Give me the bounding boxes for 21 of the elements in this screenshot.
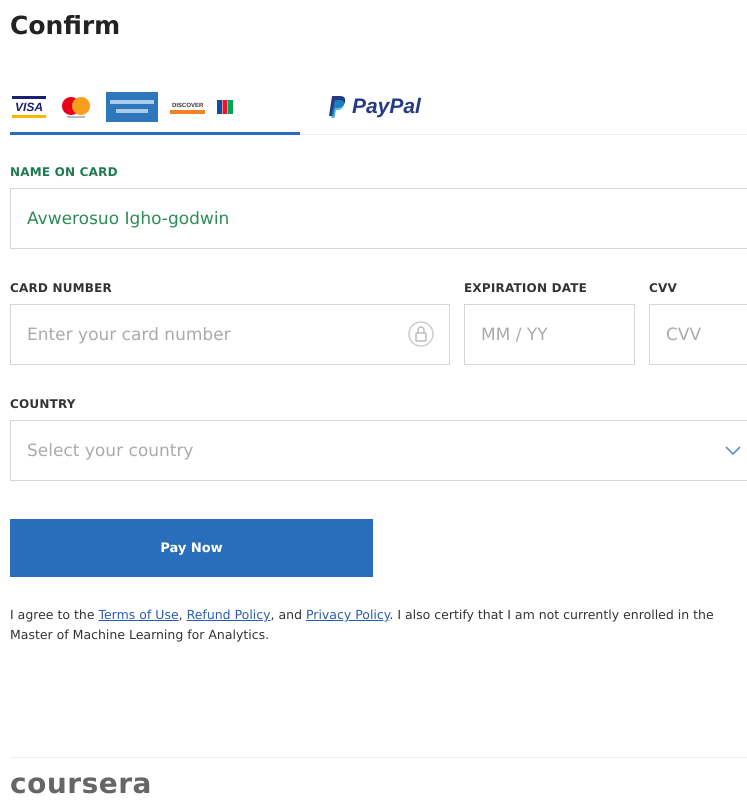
- chevron-down-icon: [725, 446, 741, 455]
- field-label: CVV: [649, 281, 678, 295]
- policy-link[interactable]: Privacy Policy: [306, 607, 390, 622]
- lock-icon: [408, 321, 434, 347]
- visa-logo: VISA: [12, 96, 46, 118]
- field-label: COUNTRY: [10, 397, 77, 411]
- brand-logo: coursera: [10, 768, 152, 800]
- agreement-text: I agree to the Terms of Use, Refund Policy, and Privacy Policy. I also certify that I am not currently enrolled in the Master of Machine Learning for Analytics.: [10, 606, 715, 644]
- cvv-field[interactable]: CVV: [649, 304, 747, 365]
- field-label: EXPIRATION DATE: [464, 281, 588, 295]
- expiration-field[interactable]: MM / YY: [464, 304, 635, 365]
- pay-now-button[interactable]: Pay Now: [10, 519, 373, 577]
- page-title: Confirm: [10, 10, 122, 42]
- card-number-field[interactable]: Enter your card number: [10, 304, 450, 365]
- paypal-icon: [328, 96, 346, 118]
- policy-link[interactable]: Terms of Use: [98, 607, 179, 622]
- field-label: CARD NUMBER: [10, 281, 113, 295]
- name-field[interactable]: Avwerosuo Igho-godwin: [10, 188, 747, 249]
- paypal-tab[interactable]: PayPal: [326, 84, 423, 135]
- policy-link[interactable]: Refund Policy: [186, 607, 271, 622]
- field-label: NAME ON CARD: [10, 165, 119, 179]
